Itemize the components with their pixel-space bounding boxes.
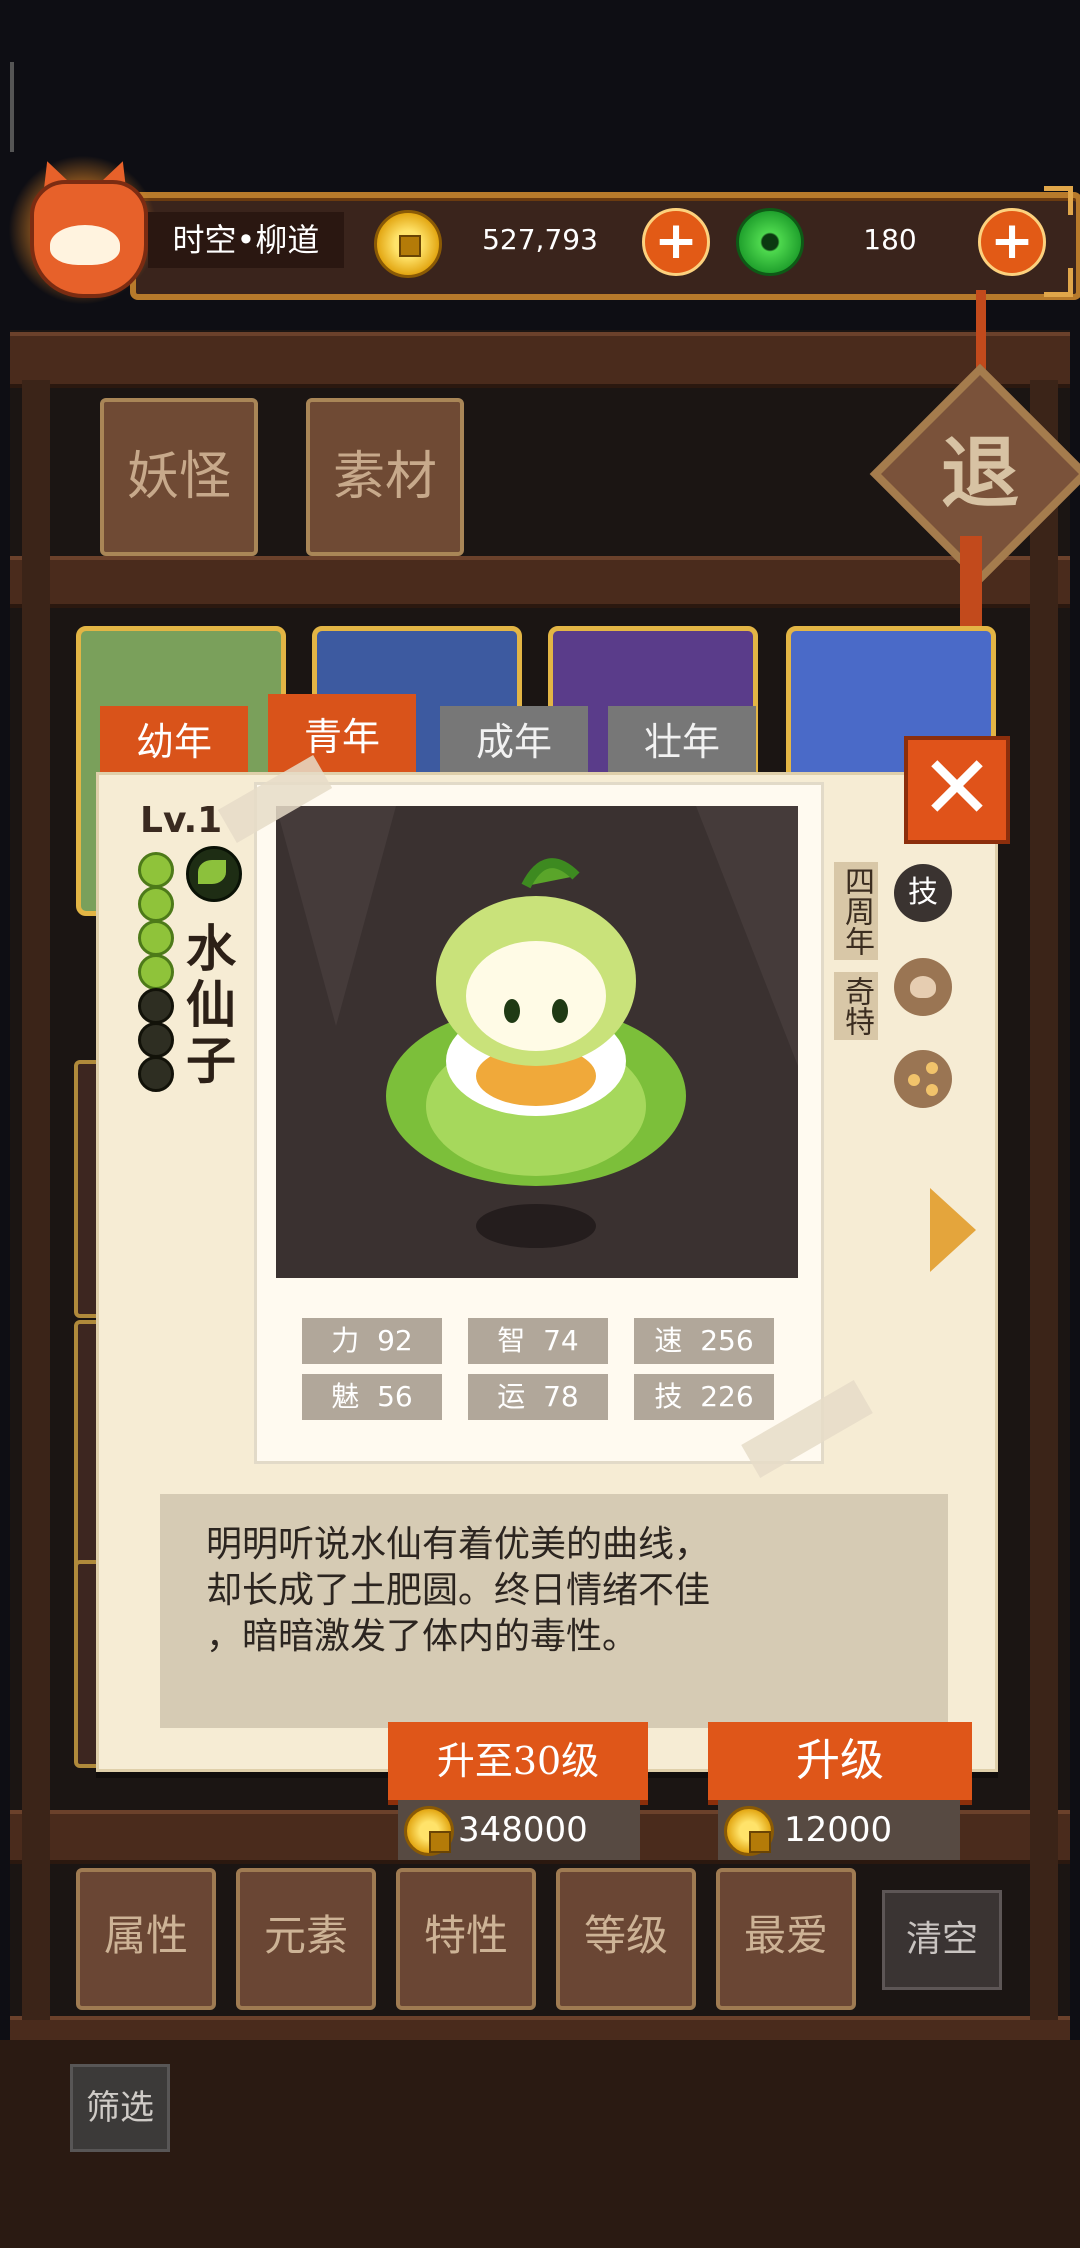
fox-mask bbox=[50, 225, 120, 265]
share-icon[interactable] bbox=[894, 1050, 952, 1108]
tab-infant[interactable]: 幼年 bbox=[100, 706, 248, 778]
gold-amount: 527,793 bbox=[482, 223, 598, 256]
stat-speed: 速 256 bbox=[634, 1318, 774, 1364]
leaf-element-icon bbox=[186, 846, 242, 902]
upgrade-cost: 12000 bbox=[718, 1800, 960, 1860]
clear-button[interactable]: 清空 bbox=[882, 1890, 1002, 1990]
gold-coin-icon bbox=[724, 1806, 774, 1856]
upgrade-to-30-cost: 348000 bbox=[398, 1800, 640, 1860]
add-jade-button[interactable]: + bbox=[978, 208, 1046, 276]
corner-ornament bbox=[1044, 186, 1073, 215]
jade-icon bbox=[736, 208, 804, 276]
level-dot bbox=[138, 886, 174, 922]
filter-element[interactable]: 元素 bbox=[236, 1868, 376, 2010]
stat-strength: 力 92 bbox=[302, 1318, 442, 1364]
filter-attribute[interactable]: 属性 bbox=[76, 1868, 216, 2010]
close-button[interactable]: ✕ bbox=[904, 736, 1010, 844]
tab-monsters[interactable]: 妖怪 bbox=[100, 398, 258, 556]
exit-tassel bbox=[960, 536, 982, 632]
stat-intelligence: 智 74 bbox=[468, 1318, 608, 1364]
filter-favorite[interactable]: 最爱 bbox=[716, 1868, 856, 2010]
corner-ornament bbox=[1044, 268, 1073, 297]
shelf-plank bbox=[10, 332, 1070, 388]
gold-coin-icon bbox=[404, 1806, 454, 1856]
screen-button[interactable]: 筛选 bbox=[70, 2064, 170, 2152]
exit-label: 退 bbox=[940, 428, 1019, 519]
creature-name-char: 子 bbox=[186, 1032, 236, 1090]
tag-anniversary: 四周年 bbox=[834, 862, 878, 960]
player-name: 时空•柳道 bbox=[148, 212, 344, 268]
tab-prime[interactable]: 壮年 bbox=[608, 706, 756, 778]
add-gold-button[interactable]: + bbox=[642, 208, 710, 276]
shelf-post bbox=[1030, 380, 1058, 2020]
gold-coin-icon bbox=[374, 210, 442, 278]
next-arrow-icon[interactable] bbox=[930, 1188, 976, 1272]
level-dot bbox=[138, 988, 174, 1024]
shelf-plank bbox=[10, 556, 1070, 608]
creature-description: 明明听说水仙有着优美的曲线， 却长成了土肥圆。终日情绪不佳 ，暗暗激发了体内的毒… bbox=[206, 1524, 711, 1657]
level-dot bbox=[138, 1056, 174, 1092]
status-indicator bbox=[10, 62, 14, 152]
creature-name-char: 水 bbox=[186, 920, 236, 978]
level-label: Lv.1 bbox=[140, 800, 223, 841]
upgrade-button[interactable]: 升级 bbox=[708, 1722, 972, 1805]
stat-charm: 魅 56 bbox=[302, 1374, 442, 1420]
tab-adult[interactable]: 成年 bbox=[440, 706, 588, 778]
shelf-post bbox=[22, 380, 50, 2020]
skill-icon[interactable]: 技 bbox=[894, 864, 952, 922]
level-dot bbox=[138, 1022, 174, 1058]
level-dot bbox=[138, 954, 174, 990]
tab-materials[interactable]: 素材 bbox=[306, 398, 464, 556]
stat-luck: 运 78 bbox=[468, 1374, 608, 1420]
stat-skill: 技 226 bbox=[634, 1374, 774, 1420]
jade-amount: 180 bbox=[863, 223, 917, 256]
creature-name-char: 仙 bbox=[186, 976, 236, 1034]
heart-icon[interactable] bbox=[894, 958, 952, 1016]
daffodil-creature-illustration bbox=[276, 806, 798, 1248]
filter-trait[interactable]: 特性 bbox=[396, 1868, 536, 2010]
level-dot bbox=[138, 920, 174, 956]
tag-quirky: 奇特 bbox=[834, 972, 878, 1040]
filter-level[interactable]: 等级 bbox=[556, 1868, 696, 2010]
creature-portrait bbox=[276, 806, 798, 1278]
level-dot bbox=[138, 852, 174, 888]
upgrade-to-30-button[interactable]: 升至30级 bbox=[388, 1722, 648, 1805]
